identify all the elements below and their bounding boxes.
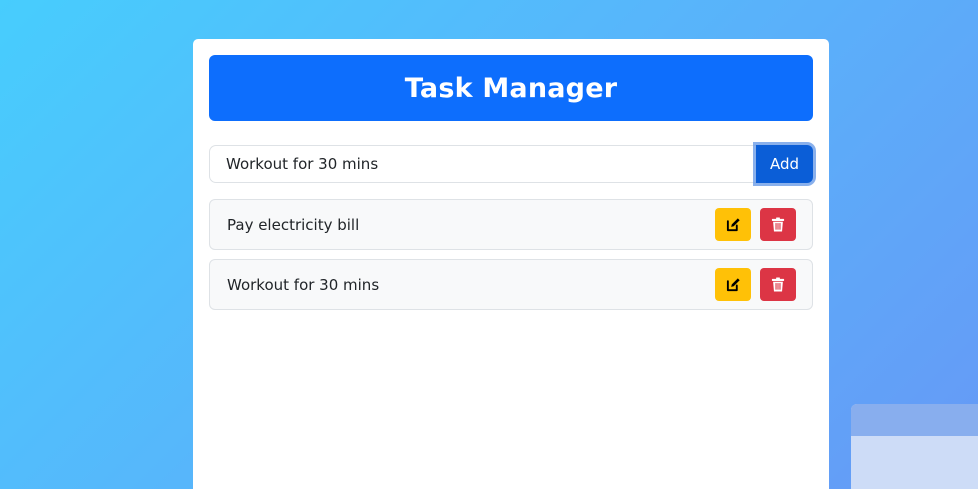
- task-input[interactable]: [209, 145, 756, 183]
- add-button[interactable]: Add: [756, 145, 813, 183]
- task-text: Pay electricity bill: [227, 215, 360, 234]
- list-item: Pay electricity bill: [209, 199, 813, 250]
- task-text: Workout for 30 mins: [227, 275, 380, 294]
- trash-icon: [771, 277, 785, 292]
- app-title: Task Manager: [404, 72, 618, 104]
- task-list: Pay electricity bill Workout for 30 mins: [209, 199, 813, 319]
- background-window-preview: [851, 404, 978, 489]
- delete-button[interactable]: [760, 268, 796, 301]
- edit-button[interactable]: [715, 268, 751, 301]
- trash-icon: [771, 217, 785, 232]
- list-item: Workout for 30 mins: [209, 259, 813, 310]
- app-header: Task Manager: [209, 55, 813, 121]
- task-manager-card: Task Manager Add Pay electricity bill: [193, 39, 829, 489]
- edit-icon: [726, 278, 740, 292]
- add-task-form: Add: [209, 145, 813, 183]
- edit-icon: [726, 218, 740, 232]
- delete-button[interactable]: [760, 208, 796, 241]
- window-title-bar: [851, 404, 978, 436]
- edit-button[interactable]: [715, 208, 751, 241]
